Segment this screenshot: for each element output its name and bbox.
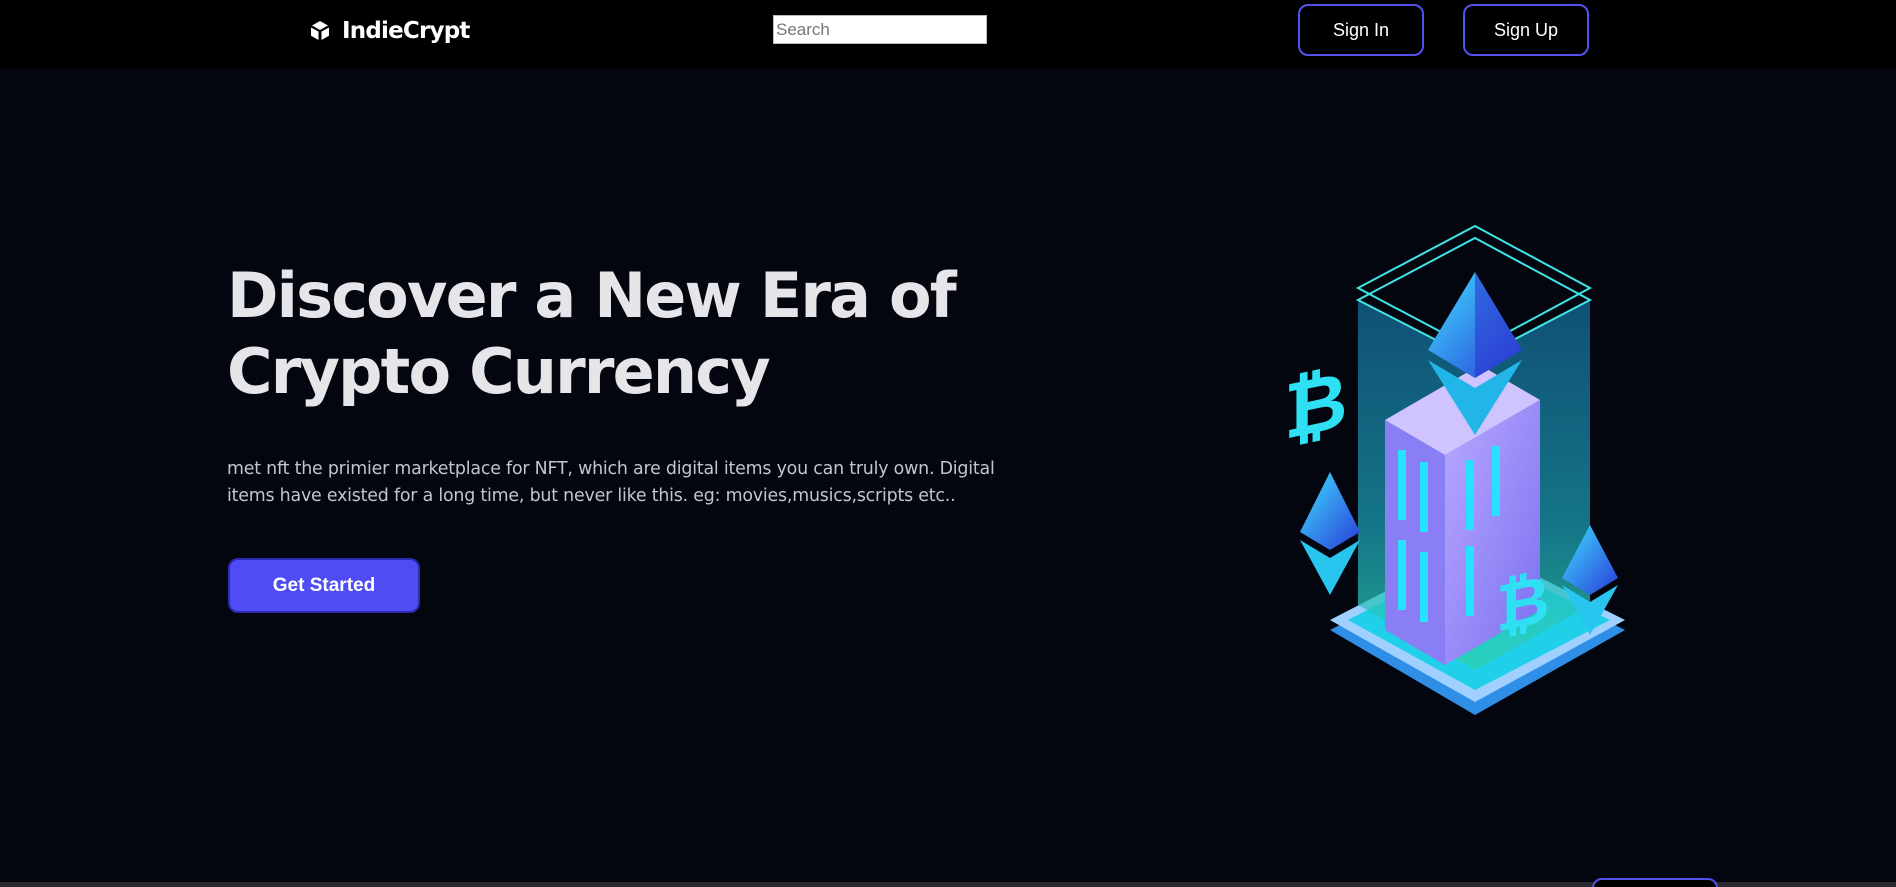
blockchain-logo-icon [311, 21, 329, 40]
sign-up-button[interactable]: Sign Up [1463, 4, 1589, 56]
top-navbar: IndieCrypt Sign In Sign Up [0, 0, 1896, 68]
hero-title: Discover a New Era of Crypto Currency [227, 258, 987, 410]
sign-in-button[interactable]: Sign In [1298, 4, 1424, 56]
svg-text:₿: ₿ [1284, 353, 1348, 457]
bitcoin-symbol-right: ₿ [1496, 559, 1550, 648]
ethereum-diamond-left [1300, 472, 1360, 595]
svg-text:₿: ₿ [1496, 559, 1550, 648]
brand-name: IndieCrypt [342, 18, 470, 44]
crypto-building-illustration: ₿ ₿ [1284, 224, 1625, 715]
offscreen-button-edge [1592, 878, 1718, 887]
bitcoin-symbol-left: ₿ [1284, 353, 1348, 457]
hero-title-line-1: Discover a New Era of [227, 259, 957, 332]
brand-logo[interactable]: IndieCrypt [308, 16, 470, 46]
search-input[interactable] [773, 15, 987, 44]
get-started-button[interactable]: Get Started [228, 558, 420, 613]
hero-title-line-2: Crypto Currency [227, 335, 771, 408]
hero-description: met nft the primier marketplace for NFT,… [227, 459, 995, 506]
